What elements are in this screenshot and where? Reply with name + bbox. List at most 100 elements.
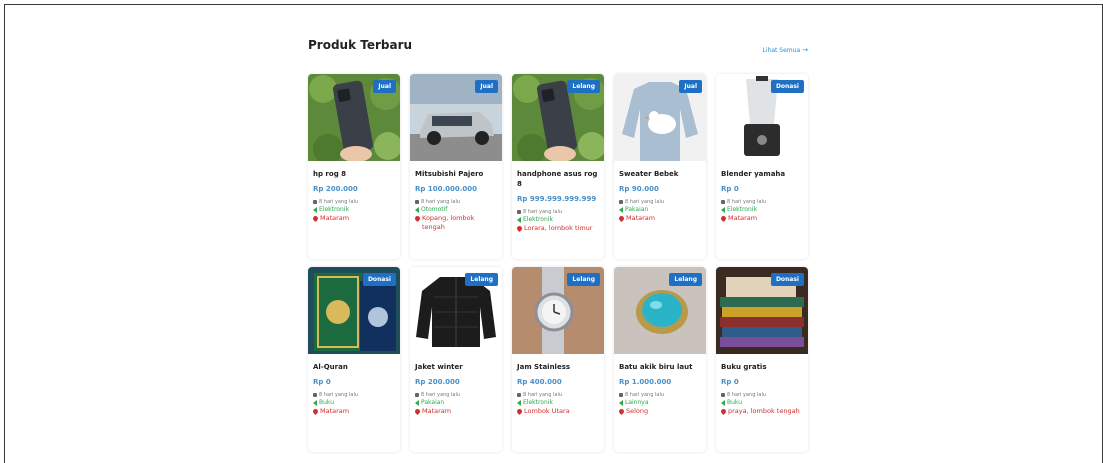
posted-time-text: 8 hari yang lalu — [523, 209, 563, 215]
posted-time: 8 hari yang lalu — [619, 391, 701, 399]
calendar-icon — [619, 393, 623, 397]
tag-icon — [415, 400, 419, 406]
location-text: Lombok Utara — [524, 407, 570, 415]
product-info: Al-Quran Rp 0 8 hari yang lalu Buku Mataram — [308, 354, 400, 422]
section-header: Produk Terbaru Lihat Semua → — [308, 38, 808, 68]
product-info: Sweater Bebek Rp 90.000 8 hari yang lalu Pa… — [614, 161, 706, 229]
posted-time-text: 8 hari yang lalu — [319, 199, 359, 205]
category-text: Elektronik — [523, 399, 553, 406]
product-category: Pakaian — [415, 399, 497, 407]
calendar-icon — [313, 200, 317, 204]
product-image: Lelang — [512, 74, 604, 161]
product-info: handphone asus rog 8 Rp 999.999.999.999 8 … — [512, 161, 604, 239]
product-image: Donasi — [716, 267, 808, 354]
posted-time: 8 hari yang lalu — [619, 198, 701, 206]
product-name: hp rog 8 — [313, 170, 347, 178]
listing-type-badge: Lelang — [669, 273, 702, 286]
listing-type-badge: Lelang — [567, 80, 600, 93]
product-info: Jam Stainless Rp 400.000 8 hari yang lalu E… — [512, 354, 604, 422]
listing-type-badge: Lelang — [465, 273, 498, 286]
product-name: Sweater Bebek — [619, 170, 679, 178]
product-info: hp rog 8 Rp 200.000 8 hari yang lalu Elektr… — [308, 161, 400, 229]
product-info: Batu akik biru laut Rp 1.000.000 8 hari ya… — [614, 354, 706, 422]
product-price: Rp 0 — [313, 378, 331, 386]
location-pin-icon — [413, 407, 422, 416]
posted-time: 8 hari yang lalu — [517, 391, 599, 399]
posted-time-text: 8 hari yang lalu — [625, 392, 665, 398]
location-pin-icon — [617, 407, 626, 416]
listing-type-badge: Jual — [373, 80, 396, 93]
posted-time: 8 hari yang lalu — [313, 391, 395, 399]
tag-icon — [619, 400, 623, 406]
latest-products-section: Produk Terbaru Lihat Semua → Jual hp rog … — [308, 38, 808, 452]
category-text: Otomotif — [421, 206, 448, 213]
category-text: Pakaian — [421, 399, 445, 406]
product-info: Jaket winter Rp 200.000 8 hari yang lalu Pa… — [410, 354, 502, 422]
posted-time-text: 8 hari yang lalu — [421, 392, 461, 398]
product-card[interactable]: Jual Mitsubishi Pajero Rp 100.000.000 8 har… — [410, 74, 502, 259]
product-price: Rp 999.999.999.999 — [517, 195, 597, 203]
product-image: Jual — [614, 74, 706, 161]
product-location: Mataram — [311, 407, 395, 416]
product-card[interactable]: Lelang Jam Stainless Rp 400.000 8 hari yang… — [512, 267, 604, 452]
location-text: Selong — [626, 407, 649, 415]
product-image: Lelang — [512, 267, 604, 354]
product-price: Rp 200.000 — [415, 378, 460, 386]
category-text: Lainnya — [625, 399, 649, 406]
posted-time-text: 8 hari yang lalu — [727, 199, 767, 205]
posted-time-text: 8 hari yang lalu — [421, 199, 461, 205]
product-name: handphone asus rog 8 — [517, 170, 598, 188]
location-pin-icon — [515, 407, 524, 416]
posted-time-text: 8 hari yang lalu — [523, 392, 563, 398]
product-card[interactable]: Jual hp rog 8 Rp 200.000 8 hari yang lalu El… — [308, 74, 400, 259]
product-name: Jam Stainless — [517, 363, 571, 371]
arrow-right-icon: → — [802, 46, 808, 54]
location-text: Mataram — [728, 214, 758, 222]
product-image: Lelang — [614, 267, 706, 354]
product-card[interactable]: Donasi Blender yamaha Rp 0 8 hari yang lalu… — [716, 74, 808, 259]
listing-type-badge: Jual — [475, 80, 498, 93]
product-name: Blender yamaha — [721, 170, 786, 178]
listing-type-badge: Jual — [679, 80, 702, 93]
listing-type-badge: Lelang — [567, 273, 600, 286]
calendar-icon — [415, 200, 419, 204]
product-card[interactable]: Lelang Batu akik biru laut Rp 1.000.000 8 h… — [614, 267, 706, 452]
product-category: Elektronik — [313, 206, 395, 214]
product-name: Al-Quran — [313, 363, 348, 371]
product-card[interactable]: Donasi Al-Quran Rp 0 8 hari yang lalu Buku Ma… — [308, 267, 400, 452]
product-price: Rp 0 — [721, 185, 739, 193]
tag-icon — [721, 207, 725, 213]
see-all-link[interactable]: Lihat Semua → — [763, 46, 808, 54]
see-all-label: Lihat Semua — [762, 46, 801, 54]
calendar-icon — [619, 200, 623, 204]
category-text: Pakaian — [625, 206, 649, 213]
section-title: Produk Terbaru — [308, 38, 413, 52]
product-location: Lorara, lombok timur — [515, 224, 599, 233]
location-pin-icon — [719, 407, 728, 416]
product-price: Rp 90.000 — [619, 185, 659, 193]
product-price: Rp 1.000.000 — [619, 378, 672, 386]
product-price: Rp 400.000 — [517, 378, 562, 386]
posted-time: 8 hari yang lalu — [313, 198, 395, 206]
product-location: praya, lombok tengah — [719, 407, 803, 416]
product-image: Donasi — [716, 74, 808, 161]
location-pin-icon — [617, 214, 626, 223]
product-card[interactable]: Lelang handphone asus rog 8 Rp 999.999.999… — [512, 74, 604, 259]
product-location: Mataram — [311, 214, 395, 223]
posted-time: 8 hari yang lalu — [721, 391, 803, 399]
product-card[interactable]: Donasi Buku gratis Rp 0 8 hari yang lalu Buk… — [716, 267, 808, 452]
product-name: Jaket winter — [415, 363, 463, 371]
product-card[interactable]: Lelang Jaket winter Rp 200.000 8 hari yang … — [410, 267, 502, 452]
location-text: praya, lombok tengah — [728, 407, 800, 415]
product-location: Kopang, lombok tengah — [413, 214, 497, 232]
calendar-icon — [517, 210, 521, 214]
product-card[interactable]: Jual Sweater Bebek Rp 90.000 8 hari yang la… — [614, 74, 706, 259]
product-price: Rp 0 — [721, 378, 739, 386]
product-category: Buku — [313, 399, 395, 407]
calendar-icon — [721, 200, 725, 204]
product-image: Jual — [308, 74, 400, 161]
product-location: Selong — [617, 407, 701, 416]
product-name: Buku gratis — [721, 363, 767, 371]
tag-icon — [313, 400, 317, 406]
product-category: Elektronik — [721, 206, 803, 214]
